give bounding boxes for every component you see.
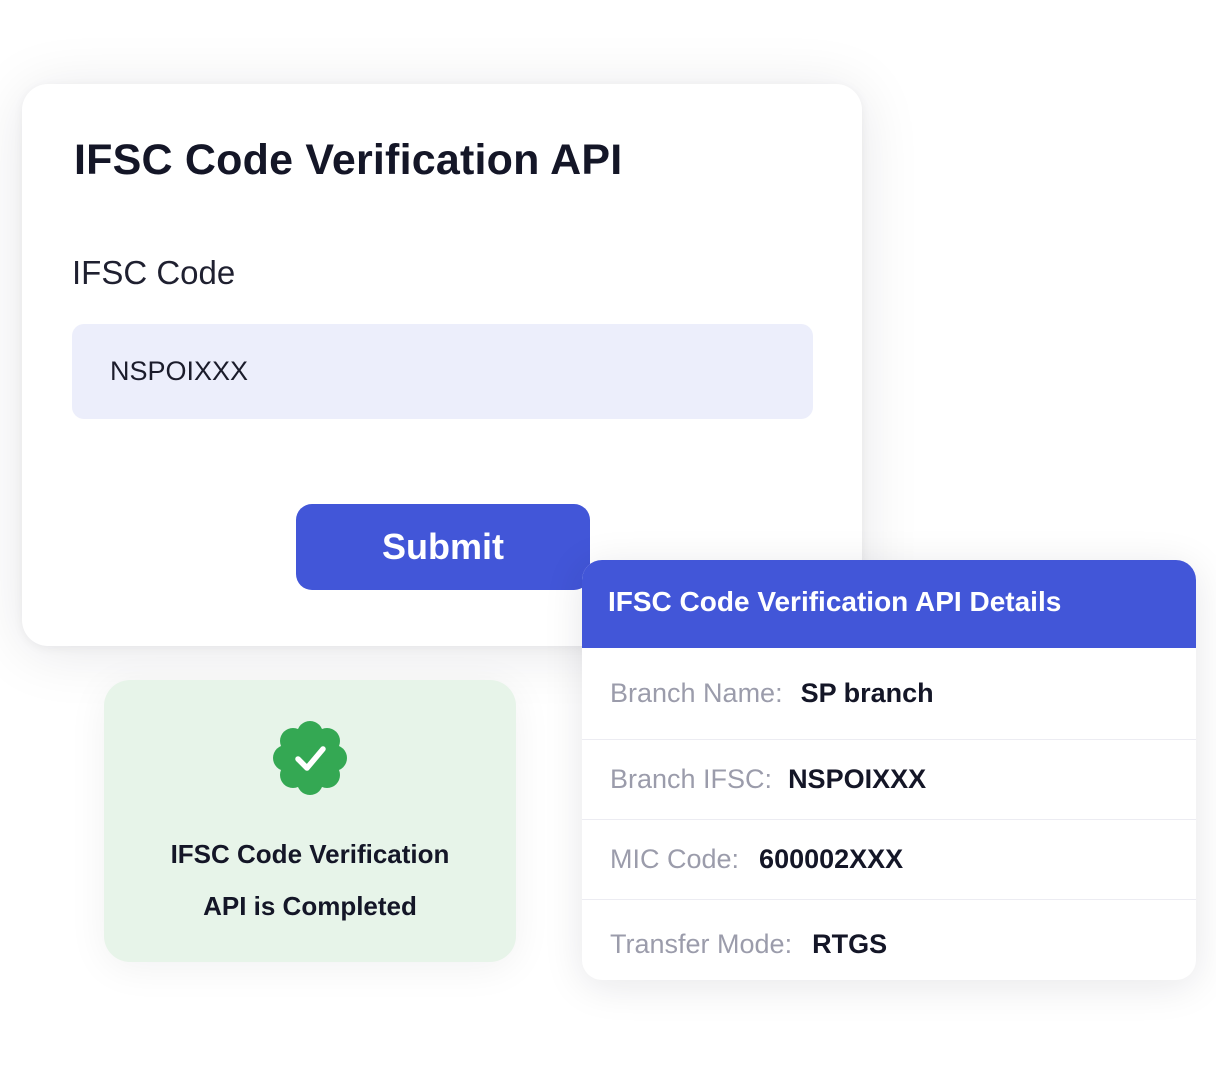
ifsc-code-label: IFSC Code [72, 254, 236, 291]
detail-value: SP branch [800, 678, 934, 708]
detail-row-branch-ifsc: Branch IFSC: NSPOIXXX [582, 740, 1196, 820]
detail-value: RTGS [812, 928, 888, 959]
detail-row-mic-code: MIC Code: 600002XXX [582, 820, 1196, 900]
success-card: IFSC Code Verification API is Completed [104, 680, 516, 962]
verified-check-badge-icon [273, 721, 347, 795]
success-message-line-1: IFSC Code Verification [170, 839, 450, 869]
detail-label: MIC Code: [610, 844, 740, 874]
submit-button[interactable]: Submit [296, 504, 590, 590]
detail-label: Branch IFSC: [610, 764, 773, 794]
form-title: IFSC Code Verification API [74, 136, 623, 184]
detail-row-branch-name: Branch Name: SP branch [582, 648, 1196, 740]
ifsc-code-input[interactable] [72, 324, 813, 419]
details-header: IFSC Code Verification API Details [582, 560, 1196, 648]
success-message: IFSC Code Verification API is Completed [104, 828, 516, 932]
success-message-line-2: API is Completed [203, 891, 417, 921]
detail-row-transfer-mode: Transfer Mode: RTGS [582, 900, 1196, 980]
detail-value: 600002XXX [759, 844, 904, 874]
details-card: IFSC Code Verification API Details Branc… [582, 560, 1196, 980]
detail-label: Branch Name: [610, 678, 783, 708]
detail-label: Transfer Mode: [610, 928, 793, 959]
detail-value: NSPOIXXX [788, 764, 927, 794]
